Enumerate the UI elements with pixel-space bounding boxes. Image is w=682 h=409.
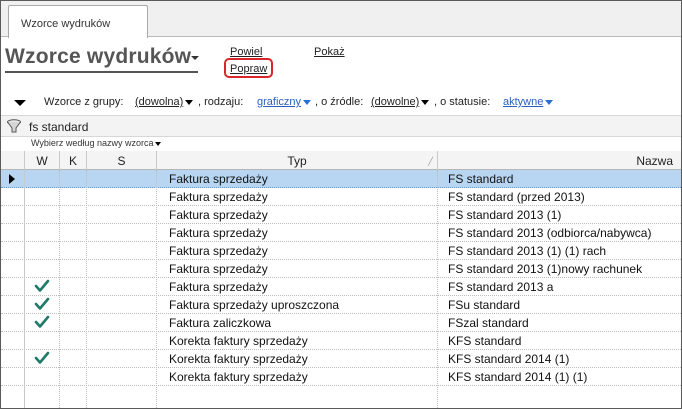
chevron-down-icon[interactable]	[545, 99, 554, 105]
cell-nazwa: FS standard 2013 (1) (1) rach	[448, 244, 607, 258]
column-divider	[156, 170, 157, 408]
group-filter-dropdown[interactable]: (dowolna)	[135, 96, 194, 108]
cell-typ: Faktura sprzedaży	[169, 190, 268, 204]
table-row[interactable]: Faktura sprzedaży FS standard 2013 a	[1, 278, 681, 296]
cell-typ: Faktura sprzedaży	[169, 172, 268, 186]
title-underline	[5, 71, 198, 73]
column-header-typ[interactable]: Typ ╱	[157, 151, 438, 170]
search-row	[1, 115, 681, 137]
cell-typ: Faktura zaliczkowa	[169, 316, 272, 330]
cell-typ: Faktura sprzedaży	[169, 244, 268, 258]
group-filter-value[interactable]: (dowolna)	[135, 96, 183, 108]
status-filter-value[interactable]: aktywne	[503, 96, 543, 108]
cell-nazwa: KFS standard 2014 (1) (1)	[448, 370, 588, 384]
table-row[interactable]: Faktura sprzedaży FS standard	[1, 170, 681, 188]
column-header-s[interactable]: S	[87, 151, 157, 170]
cell-typ: Korekta faktury sprzedaży	[169, 352, 308, 366]
templates-grid: W K S Typ ╱ Nazwa Faktura sprzedaży FS st…	[1, 151, 681, 408]
grid-header: W K S Typ ╱ Nazwa	[1, 151, 681, 170]
page-title[interactable]: Wzorce wydruków	[5, 45, 191, 69]
table-row[interactable]: Faktura sprzedaży FS standard 2013 (1)	[1, 206, 681, 224]
kind-filter-value[interactable]: graficzny	[257, 96, 301, 108]
check-icon[interactable]	[34, 351, 50, 365]
kind-filter-dropdown[interactable]: graficzny	[257, 96, 312, 108]
tab-label: Wzorce wydruków	[21, 18, 111, 30]
column-header-k[interactable]: K	[60, 151, 87, 170]
search-input[interactable]	[27, 118, 677, 135]
status-filter-label: , o statusie:	[434, 96, 491, 108]
column-header-nazwa[interactable]: Nazwa	[438, 151, 681, 170]
source-filter-dropdown[interactable]: (dowolne)	[371, 96, 430, 108]
tab-strip: Wzorce wydruków	[1, 1, 681, 38]
table-row[interactable]: Faktura zaliczkowa FSzal standard	[1, 314, 681, 332]
cell-nazwa: KFS standard	[448, 334, 522, 348]
cell-typ: Korekta faktury sprzedaży	[169, 334, 308, 348]
check-icon[interactable]	[34, 315, 50, 329]
table-row[interactable]: Faktura sprzedaży FS standard 2013 (odbio…	[1, 224, 681, 242]
cell-nazwa: FS standard 2013 (1)	[448, 208, 562, 222]
check-icon[interactable]	[34, 279, 50, 293]
cell-nazwa: FS standard (przed 2013)	[448, 190, 585, 204]
cell-typ: Faktura sprzedaży	[169, 226, 268, 240]
cell-nazwa: FSzal standard	[448, 316, 529, 330]
status-filter-dropdown[interactable]: aktywne	[503, 96, 554, 108]
cell-nazwa: FS standard	[448, 172, 514, 186]
pokaz-link[interactable]: Pokaż	[314, 46, 345, 58]
table-row[interactable]: Korekta faktury sprzedaży KFS standard	[1, 332, 681, 350]
column-divider	[59, 170, 60, 408]
source-filter-value[interactable]: (dowolne)	[371, 96, 419, 108]
cell-nazwa: FSu standard	[448, 298, 521, 312]
funnel-icon[interactable]	[6, 119, 22, 133]
popraw-link[interactable]: Popraw	[230, 63, 267, 75]
cell-nazwa: FS standard 2013 (odbiorca/nabywca)	[448, 226, 652, 240]
check-icon[interactable]	[34, 297, 50, 311]
sort-indicator-icon: ╱	[428, 157, 433, 166]
table-row[interactable]: Faktura sprzedaży uproszczona FSu standar…	[1, 296, 681, 314]
kind-filter-label: , rodzaju:	[198, 96, 244, 108]
header-indicator	[1, 151, 25, 170]
row-pointer-icon	[9, 174, 15, 184]
chevron-down-icon[interactable]	[155, 141, 162, 146]
window: Wzorce wydruków Wzorce wydruków Powiel P…	[0, 0, 682, 409]
chevron-down-icon[interactable]	[421, 99, 430, 105]
cell-typ: Faktura sprzedaży	[169, 208, 268, 222]
tab-wzorce-wydrukow[interactable]: Wzorce wydruków	[8, 5, 148, 38]
source-filter-label: , o źródle:	[315, 96, 364, 108]
table-row[interactable]: Korekta faktury sprzedaży KFS standard 20…	[1, 368, 681, 386]
cell-nazwa: FS standard 2013 (1)nowy rachunek	[448, 262, 643, 276]
powiel-link[interactable]: Powiel	[230, 46, 262, 58]
sort-row: Wybierz według nazwy wzorca	[1, 137, 681, 151]
column-header-typ-label: Typ	[287, 154, 307, 168]
table-row[interactable]: Korekta faktury sprzedaży KFS standard 20…	[1, 350, 681, 368]
cell-nazwa: KFS standard 2014 (1)	[448, 352, 570, 366]
table-row[interactable]: Faktura sprzedaży FS standard (przed 2013…	[1, 188, 681, 206]
table-row[interactable]: Faktura sprzedaży FS standard 2013 (1) (1…	[1, 242, 681, 260]
column-divider	[86, 170, 87, 408]
cell-typ: Korekta faktury sprzedaży	[169, 370, 308, 384]
cell-typ: Faktura sprzedaży	[169, 262, 268, 276]
chevron-down-icon[interactable]	[303, 99, 312, 105]
filter-bar: Wzorce z grupy: (dowolna) , rodzaju: gra…	[1, 93, 681, 111]
table-row[interactable]: Faktura sprzedaży FS standard 2013 (1)now…	[1, 260, 681, 278]
cell-nazwa: FS standard 2013 a	[448, 280, 554, 294]
column-divider	[24, 170, 25, 408]
chevron-down-icon[interactable]	[191, 56, 199, 60]
expand-triangle-icon[interactable]	[14, 100, 26, 106]
chevron-down-icon[interactable]	[185, 99, 194, 105]
column-header-w[interactable]: W	[25, 151, 60, 170]
sort-selector[interactable]: Wybierz według nazwy wzorca	[31, 138, 162, 148]
cell-typ: Faktura sprzedaży uproszczona	[169, 298, 340, 312]
cell-typ: Faktura sprzedaży	[169, 280, 268, 294]
column-divider	[437, 170, 438, 408]
sort-selector-label[interactable]: Wybierz według nazwy wzorca	[31, 138, 153, 148]
group-filter-label: Wzorce z grupy:	[44, 96, 124, 108]
